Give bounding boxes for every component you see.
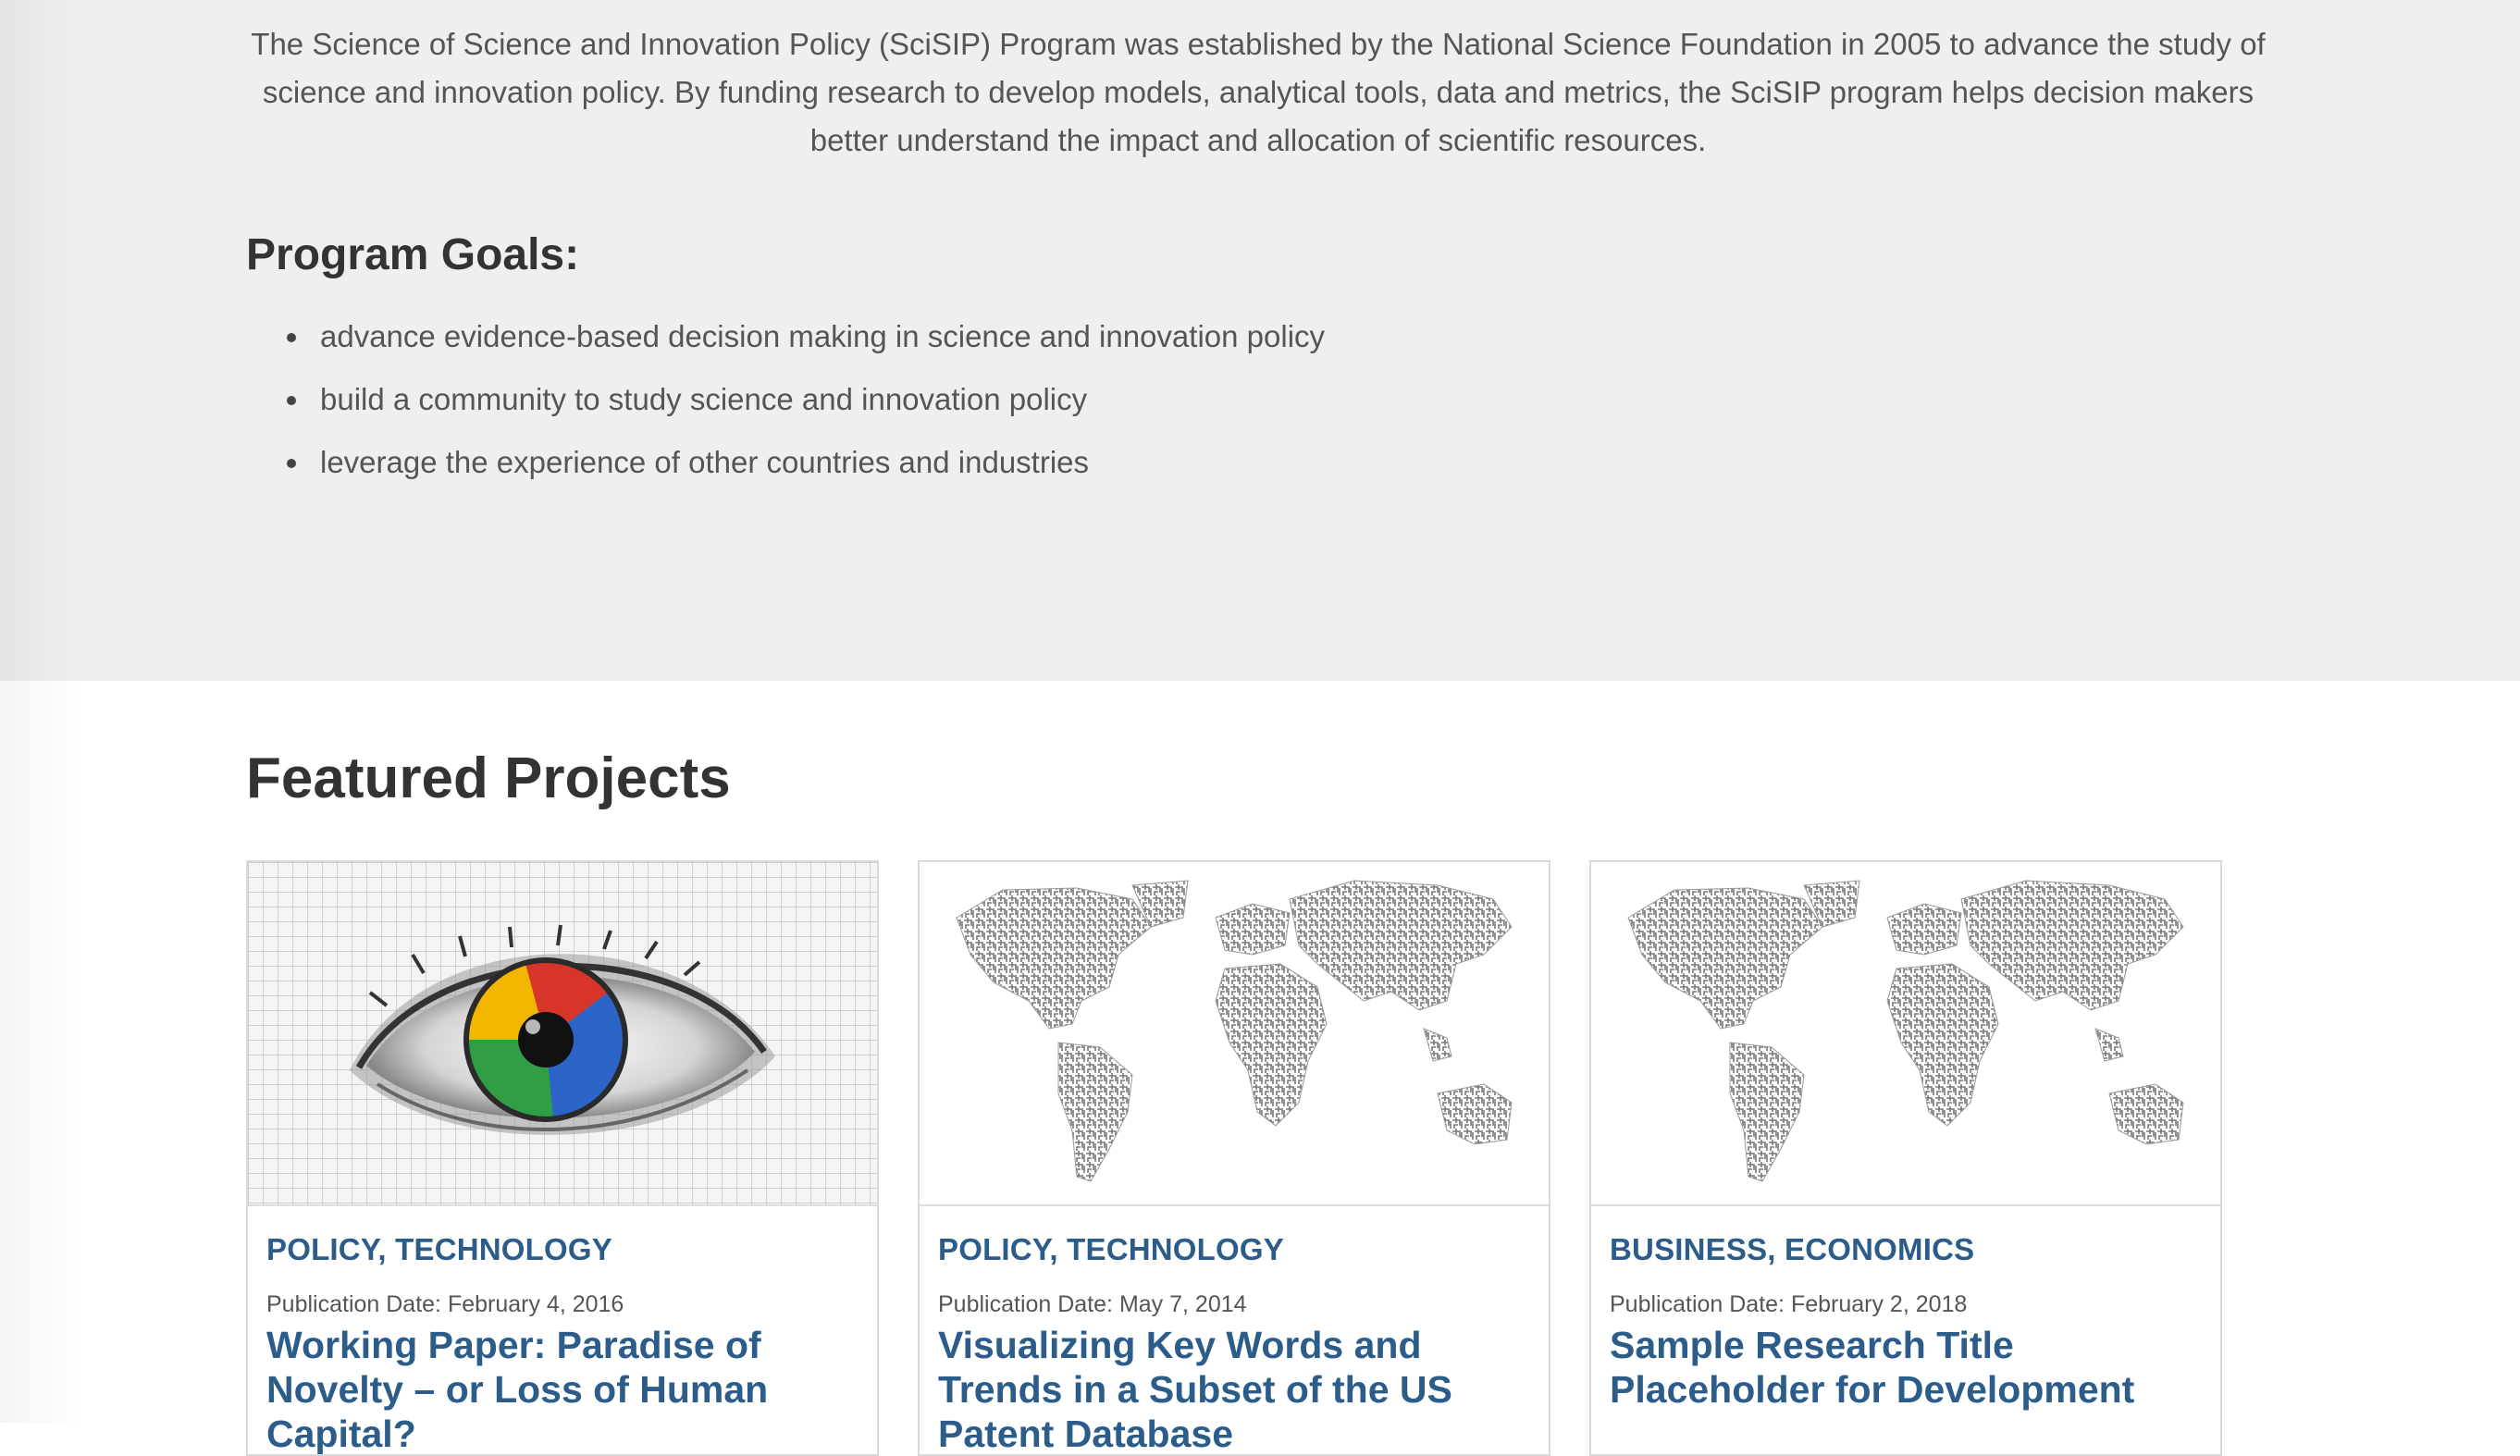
card-title-link[interactable]: Sample Research Title Placeholder for De… xyxy=(1610,1323,2211,1412)
project-card[interactable]: POLICY, TECHNOLOGY Publication Date: Feb… xyxy=(246,860,879,1456)
project-card[interactable]: BUSINESS, ECONOMICS Publication Date: Fe… xyxy=(1589,860,2222,1456)
eye-icon xyxy=(350,924,775,1135)
program-goals-list: advance evidence-based decision making i… xyxy=(246,311,1325,500)
card-publication-date: Publication Date: May 7, 2014 xyxy=(938,1291,1247,1317)
iris xyxy=(463,957,628,1122)
goal-item: leverage the experience of other countri… xyxy=(246,437,1325,500)
goal-item: build a community to study science and i… xyxy=(246,374,1325,437)
card-title-link[interactable]: Working Paper: Paradise of Novelty – or … xyxy=(266,1323,868,1454)
project-card[interactable]: POLICY, TECHNOLOGY Publication Date: May… xyxy=(918,860,1550,1456)
card-tags[interactable]: POLICY, TECHNOLOGY xyxy=(266,1232,612,1267)
intro-section: The Science of Science and Innovation Po… xyxy=(0,0,2520,681)
card-image-world-map[interactable] xyxy=(920,862,1549,1206)
card-image-eye[interactable] xyxy=(248,862,877,1206)
card-title-link[interactable]: Visualizing Key Words and Trends in a Su… xyxy=(938,1323,1539,1454)
world-map-icon xyxy=(956,880,1513,1182)
card-tags[interactable]: POLICY, TECHNOLOGY xyxy=(938,1232,1284,1267)
world-map-icon xyxy=(1627,880,2184,1182)
featured-projects-heading: Featured Projects xyxy=(246,747,731,810)
card-publication-date: Publication Date: February 2, 2018 xyxy=(1610,1291,1968,1317)
card-tags[interactable]: BUSINESS, ECONOMICS xyxy=(1610,1232,1974,1267)
intro-text: The Science of Science and Innovation Po… xyxy=(251,27,2266,157)
goal-item: advance evidence-based decision making i… xyxy=(246,311,1325,374)
card-publication-date: Publication Date: February 4, 2016 xyxy=(266,1291,624,1317)
program-goals-heading: Program Goals: xyxy=(246,230,580,279)
card-image-world-map[interactable] xyxy=(1591,862,2220,1206)
